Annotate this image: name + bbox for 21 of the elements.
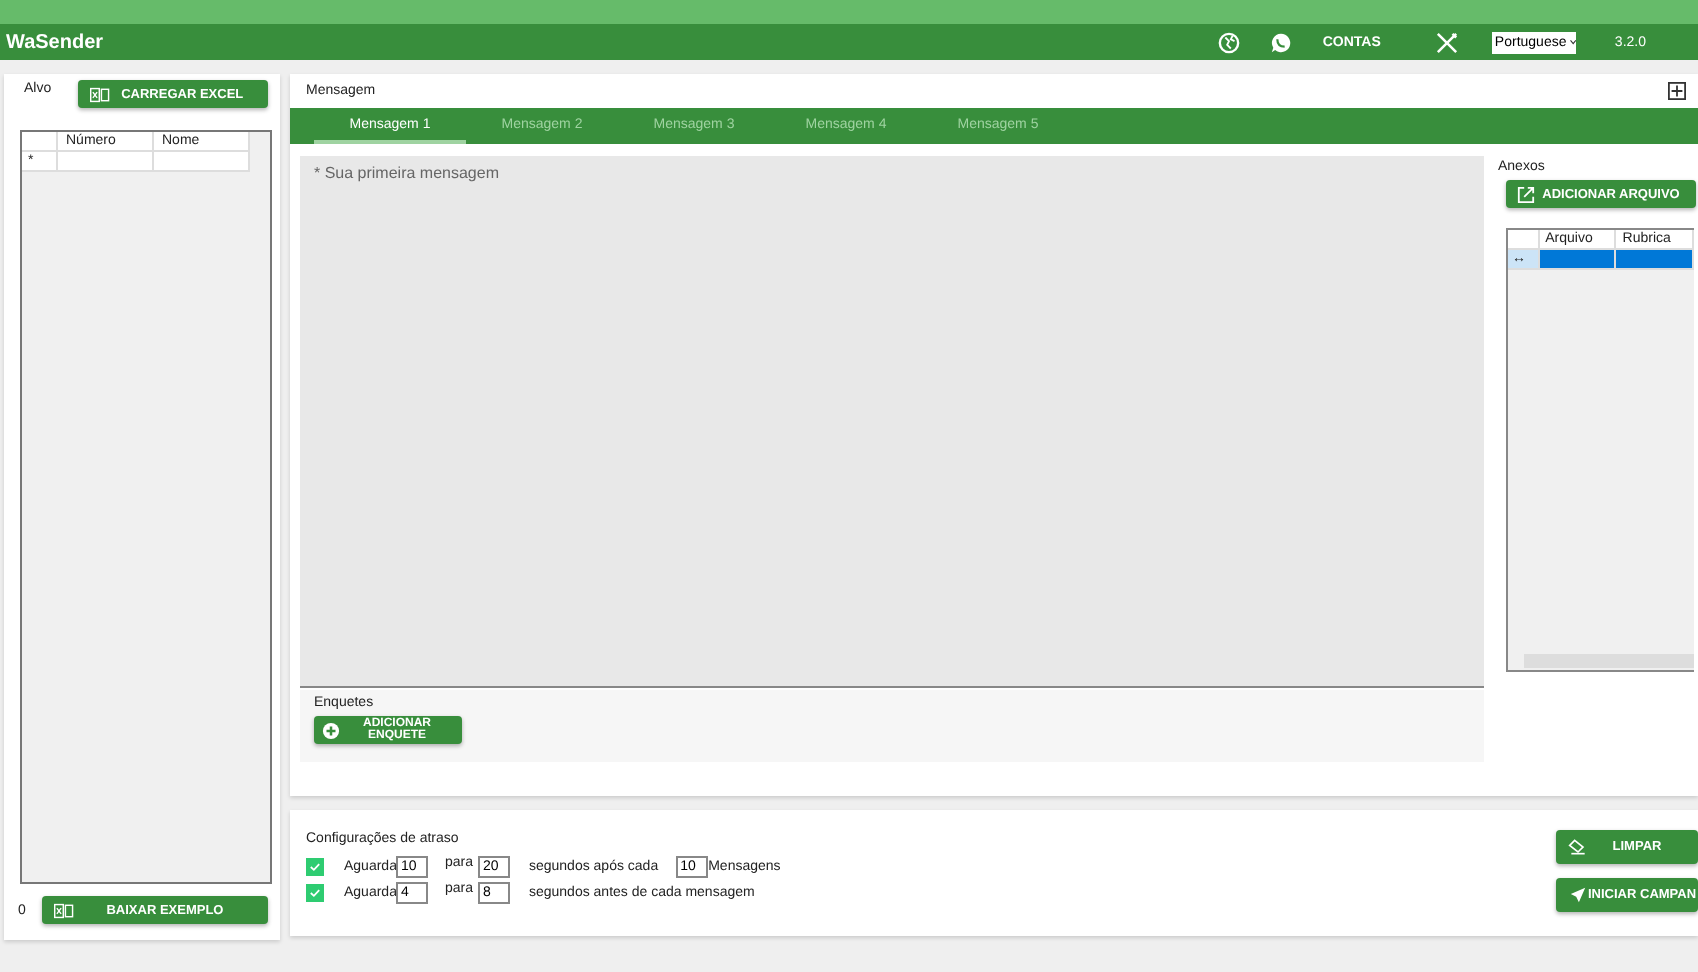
table-cell[interactable] <box>154 152 250 172</box>
add-icon[interactable] <box>1668 82 1686 100</box>
spreadsheet-icon <box>54 901 74 919</box>
plus-circle-icon <box>322 721 340 739</box>
message-input[interactable]: * Sua primeira mensagem <box>300 156 1484 688</box>
checkbox[interactable] <box>306 884 324 902</box>
spreadsheet-icon <box>89 85 110 103</box>
tools-icon[interactable] <box>1436 31 1459 53</box>
globe-icon[interactable] <box>1218 31 1241 53</box>
send-icon <box>1568 886 1588 904</box>
table-corner-cell <box>1508 230 1540 250</box>
whatsapp-icon[interactable] <box>1270 31 1293 53</box>
external-link-icon <box>1516 185 1536 203</box>
app-title: WaSender <box>6 31 104 53</box>
caret-icon <box>1570 38 1577 46</box>
table-cell[interactable] <box>1616 250 1694 270</box>
eraser-icon <box>1568 838 1588 856</box>
table-corner-cell <box>22 132 58 152</box>
table-cell[interactable] <box>58 152 154 172</box>
table-cell[interactable] <box>1539 250 1617 270</box>
checkbox[interactable] <box>306 858 324 876</box>
